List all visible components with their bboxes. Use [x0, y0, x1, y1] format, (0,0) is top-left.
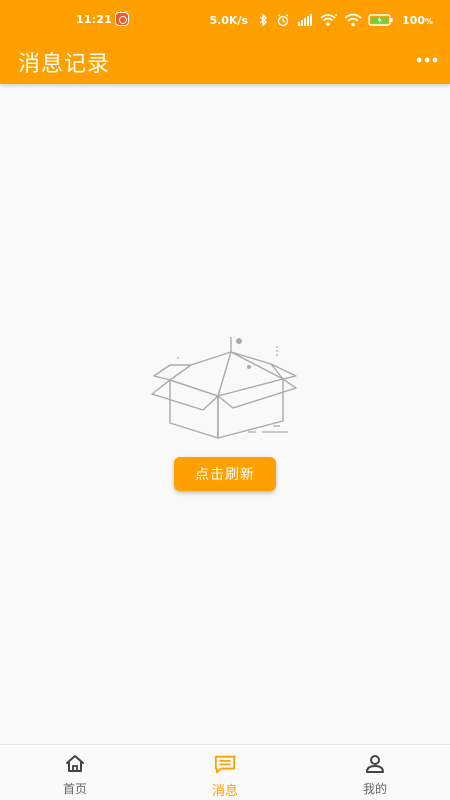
page-title: 消息记录 [18, 52, 111, 77]
more-options-button[interactable] [412, 48, 442, 72]
battery-icon [368, 13, 394, 27]
battery-percent: 100% [402, 13, 433, 27]
bluetooth-icon [256, 13, 270, 27]
cellular-signal-icon [296, 13, 314, 27]
nav-item-profile[interactable]: 我的 [300, 745, 450, 800]
notification-app-icon [115, 12, 129, 26]
nav-label-home: 首页 [62, 782, 87, 796]
refresh-button[interactable]: 点击刷新 [174, 457, 276, 491]
nav-label-messages: 消息 [211, 784, 238, 799]
app-header: 11:21 5.0K/s 100% 消息记录 [0, 0, 450, 84]
bottom-navigation: 首页 消息 我的 [0, 744, 450, 800]
nav-label-profile: 我的 [362, 782, 387, 796]
more-horizontal-icon [416, 57, 438, 63]
message-icon [214, 754, 236, 774]
network-speed: 5.0K/s [209, 13, 249, 27]
status-bar: 11:21 5.0K/s 100% [0, 0, 450, 40]
nav-item-messages[interactable]: 消息 [150, 745, 300, 800]
alarm-icon [276, 13, 290, 27]
empty-box-icon [148, 336, 303, 446]
title-bar: 消息记录 [0, 40, 450, 84]
empty-state: 点击刷新 [0, 84, 450, 744]
wifi-icon [344, 13, 362, 27]
status-indicators: 5.0K/s 100% [209, 12, 433, 28]
wifi-calling-icon [320, 13, 338, 27]
nav-item-home[interactable]: 首页 [0, 745, 150, 800]
home-icon [64, 754, 86, 774]
user-icon [364, 754, 386, 774]
battery-percent-value: 100 [402, 13, 425, 27]
status-time: 11:21 [76, 13, 113, 26]
